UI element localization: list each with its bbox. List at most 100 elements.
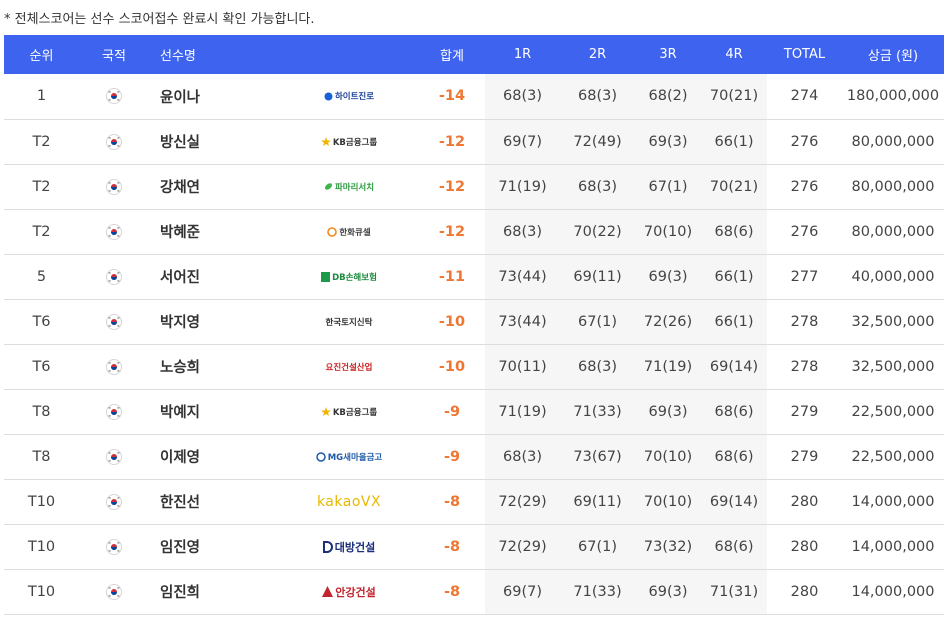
player-name-link[interactable]: 강채연 xyxy=(149,164,279,210)
sponsor-logo-text: MG새마을금고 xyxy=(327,452,383,463)
round2-cell: 68(3) xyxy=(560,344,635,390)
prize-cell: 80,000,000 xyxy=(842,164,944,210)
total-score-cell: -10 xyxy=(419,299,485,345)
player-name-link[interactable]: 윤이나 xyxy=(149,74,279,120)
nation-cell xyxy=(79,524,149,570)
total-score-cell: -14 xyxy=(419,74,485,120)
total-score-cell: -9 xyxy=(419,389,485,435)
rank-cell: T6 xyxy=(4,299,79,345)
round3-cell: 69(3) xyxy=(635,569,701,615)
round4-cell: 66(1) xyxy=(701,254,767,300)
strokes-cell: 280 xyxy=(767,524,842,570)
round2-cell: 69(11) xyxy=(560,479,635,525)
sponsor-cell: MG새마을금고 xyxy=(279,434,419,480)
header-r4: 4R xyxy=(725,47,743,62)
nation-cell xyxy=(79,254,149,300)
header-total: 합계 xyxy=(440,49,464,64)
total-score-cell: -12 xyxy=(419,119,485,165)
sponsor-logo-icon xyxy=(327,224,339,240)
player-name-link[interactable]: 서어진 xyxy=(149,254,279,300)
nation-cell xyxy=(79,434,149,480)
header-nation: 국적 xyxy=(102,49,126,64)
sponsor-logo-text: 파마리서치 xyxy=(334,182,375,193)
table-row: T10 임진희 안강건설 -8 69(7) 71(33) 69(3) 71(31) 280 14,… xyxy=(4,569,944,615)
prize-cell: 180,000,000 xyxy=(842,74,944,120)
rank-cell: T8 xyxy=(4,434,79,480)
round2-cell: 71(33) xyxy=(560,569,635,615)
nation-cell xyxy=(79,74,149,120)
strokes-cell: 276 xyxy=(767,119,842,165)
table-row: T2 박혜준 한화큐셀 -12 68(3) 70(22) 70(10) 68(6) 276 80,… xyxy=(4,209,944,255)
player-name-link[interactable]: 방신실 xyxy=(149,119,279,165)
table-row: T10 임진영 대방건설 -8 72(29) 67(1) 73(32) 68(6) 280 14,… xyxy=(4,524,944,570)
sponsor-cell: 대방건설 xyxy=(279,524,419,570)
rank-cell: 1 xyxy=(4,74,79,120)
strokes-cell: 276 xyxy=(767,164,842,210)
sponsor-cell: DB손해보험 xyxy=(279,254,419,300)
round1-cell: 72(29) xyxy=(485,524,560,570)
nation-cell xyxy=(79,344,149,390)
round4-cell: 71(31) xyxy=(701,569,767,615)
strokes-cell: 280 xyxy=(767,569,842,615)
round1-cell: 68(3) xyxy=(485,209,560,255)
nation-cell xyxy=(79,569,149,615)
round2-cell: 69(11) xyxy=(560,254,635,300)
player-name-link[interactable]: 박예지 xyxy=(149,389,279,435)
header-strokes: TOTAL xyxy=(783,47,826,62)
header-r2: 2R xyxy=(588,47,607,62)
sponsor-logo-icon xyxy=(320,404,333,420)
prize-cell: 22,500,000 xyxy=(842,389,944,435)
player-name-link[interactable]: 노승희 xyxy=(149,344,279,390)
round3-cell: 68(2) xyxy=(635,74,701,120)
round3-cell: 69(3) xyxy=(635,389,701,435)
total-score-cell: -9 xyxy=(419,434,485,480)
prize-cell: 80,000,000 xyxy=(842,209,944,255)
player-name-link[interactable]: 박지영 xyxy=(149,299,279,345)
sponsor-cell: 한국토지신탁 xyxy=(279,299,419,345)
round3-cell: 69(3) xyxy=(635,254,701,300)
nation-cell xyxy=(79,479,149,525)
sponsor-cell: 요진건설산업 xyxy=(279,344,419,390)
sponsor-logo-text: kakaoVX xyxy=(316,493,382,510)
korea-flag-icon xyxy=(106,88,122,105)
round2-cell: 68(3) xyxy=(560,164,635,210)
strokes-cell: 277 xyxy=(767,254,842,300)
round4-cell: 68(6) xyxy=(701,524,767,570)
sponsor-cell: 파마리서치 xyxy=(279,164,419,210)
korea-flag-icon xyxy=(106,268,122,285)
player-name-link[interactable]: 박혜준 xyxy=(149,209,279,255)
round4-cell: 70(21) xyxy=(701,164,767,210)
strokes-cell: 279 xyxy=(767,389,842,435)
korea-flag-icon xyxy=(106,403,122,420)
round4-cell: 68(6) xyxy=(701,434,767,480)
round1-cell: 70(11) xyxy=(485,344,560,390)
round3-cell: 72(26) xyxy=(635,299,701,345)
table-row: T2 방신실 KB금융그룹 -12 69(7) 72(49) 69(3) 66(1) 276 80… xyxy=(4,119,944,165)
round4-cell: 68(6) xyxy=(701,209,767,255)
korea-flag-icon xyxy=(106,358,122,375)
player-name-link[interactable]: 임진영 xyxy=(149,524,279,570)
round1-cell: 68(3) xyxy=(485,434,560,480)
sponsor-cell: 안강건설 xyxy=(279,569,419,615)
player-name-link[interactable]: 임진희 xyxy=(149,569,279,615)
round4-cell: 66(1) xyxy=(701,119,767,165)
korea-flag-icon xyxy=(106,448,122,465)
rank-cell: T2 xyxy=(4,119,79,165)
round1-cell: 73(44) xyxy=(485,299,560,345)
korea-flag-icon xyxy=(106,538,122,555)
sponsor-logo-icon xyxy=(324,88,335,104)
sponsor-logo-text: 하이트진로 xyxy=(334,92,375,103)
player-name-link[interactable]: 한진선 xyxy=(149,479,279,525)
header-row: 순위 국적 선수명 합계 1R 2R 3R 4R TOTAL 상금 (원) xyxy=(4,35,944,74)
prize-cell: 32,500,000 xyxy=(842,299,944,345)
round1-cell: 71(19) xyxy=(485,164,560,210)
player-name-link[interactable]: 이제영 xyxy=(149,434,279,480)
round3-cell: 70(10) xyxy=(635,434,701,480)
sponsor-logo-text: 안강건설 xyxy=(335,585,376,599)
prize-cell: 14,000,000 xyxy=(842,479,944,525)
round3-cell: 71(19) xyxy=(635,344,701,390)
rank-cell: T10 xyxy=(4,524,79,570)
sponsor-logo-icon xyxy=(320,134,333,150)
table-row: T8 박예지 KB금융그룹 -9 71(19) 71(33) 69(3) 68(6) 279 22… xyxy=(4,389,944,435)
round4-cell: 69(14) xyxy=(701,344,767,390)
